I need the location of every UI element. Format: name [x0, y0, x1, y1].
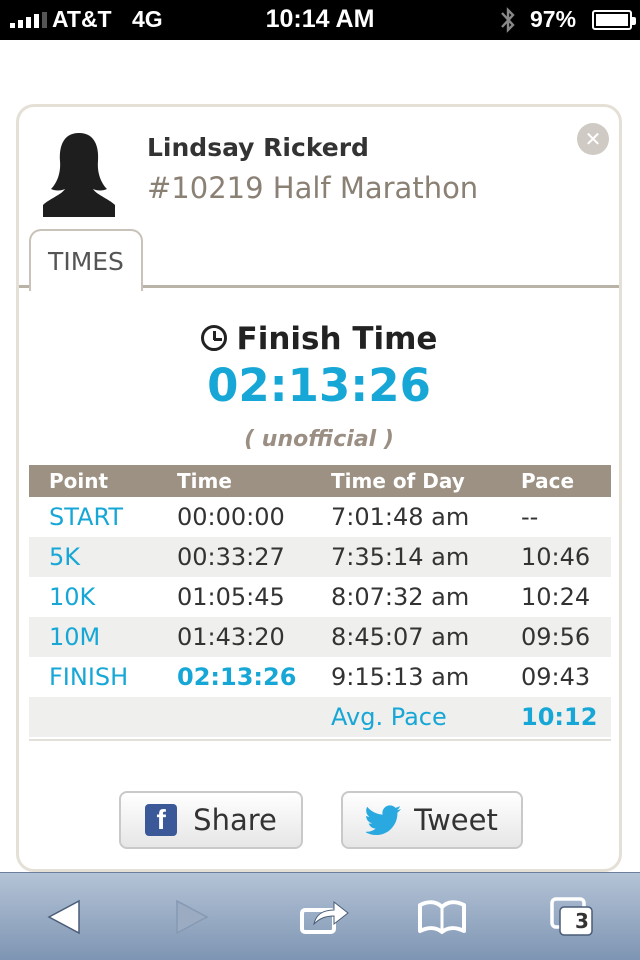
bookmarks-book-icon	[418, 900, 466, 934]
split-time-of-day: 8:45:07 am	[331, 623, 470, 651]
back-arrow-icon	[47, 899, 80, 935]
split-pace: 10:46	[521, 543, 591, 571]
finish-time-label: Finish Time	[19, 321, 619, 357]
close-button[interactable]: ✕	[577, 123, 609, 155]
avg-pace-row: Avg. Pace 10:12	[29, 697, 611, 737]
split-point: 5K	[49, 543, 81, 571]
tab-times[interactable]: TIMES	[29, 229, 143, 291]
avatar-silhouette-icon	[43, 133, 115, 217]
share-action-icon	[300, 900, 349, 934]
split-time: 00:33:27	[177, 543, 285, 571]
split-point: 10M	[49, 623, 101, 651]
forward-arrow-icon	[176, 899, 209, 935]
table-row: 10K 01:05:45 8:07:32 am 10:24	[29, 577, 611, 617]
close-icon: ✕	[584, 127, 602, 151]
finish-time-value: 02:13:26	[207, 359, 431, 412]
result-card: Lindsay Rickerd #10219 Half Marathon ✕ T…	[16, 104, 622, 872]
share-label: Share	[193, 803, 277, 837]
split-time: 00:00:00	[177, 503, 285, 531]
split-pace: 09:56	[521, 623, 591, 651]
table-row: 5K 00:33:27 7:35:14 am 10:46	[29, 537, 611, 577]
race-bib-and-event: #10219 Half Marathon	[147, 171, 479, 205]
header-pace: Pace	[521, 469, 575, 493]
split-point: START	[49, 503, 124, 531]
clock-icon	[200, 325, 227, 351]
split-pace: 10:24	[521, 583, 591, 611]
split-pace: --	[521, 503, 539, 531]
splits-table: Point Time Time of Day Pace START 00:00:…	[29, 465, 611, 737]
battery-percent: 97%	[530, 6, 577, 32]
table-header: Point Time Time of Day Pace	[29, 465, 611, 497]
back-button[interactable]	[34, 887, 94, 947]
battery-icon	[592, 10, 636, 30]
table-divider	[29, 739, 611, 741]
tweet-label: Tweet	[414, 803, 498, 837]
split-time: 02:13:26	[177, 663, 297, 691]
share-action-button[interactable]	[294, 887, 354, 947]
bluetooth-icon	[501, 7, 515, 33]
split-time-of-day: 8:07:32 am	[331, 583, 470, 611]
avg-pace-label: Avg. Pace	[331, 703, 447, 731]
table-row: 10M 01:43:20 8:45:07 am 09:56	[29, 617, 611, 657]
facebook-icon: f	[145, 804, 178, 836]
forward-button[interactable]	[162, 887, 222, 947]
tabs-button[interactable]: 3	[542, 887, 602, 947]
header-time-of-day: Time of Day	[331, 469, 465, 493]
share-button[interactable]: f Share	[119, 791, 303, 849]
header-point: Point	[49, 469, 109, 493]
bookmarks-button[interactable]	[412, 887, 472, 947]
split-time-of-day: 7:01:48 am	[331, 503, 470, 531]
status-bar: AT&T 4G 10:14 AM 97%	[0, 0, 640, 40]
split-time: 01:43:20	[177, 623, 285, 651]
split-point: FINISH	[49, 663, 129, 691]
split-time: 01:05:45	[177, 583, 285, 611]
avg-pace-value: 10:12	[521, 703, 598, 731]
tweet-button[interactable]: Tweet	[341, 791, 523, 849]
split-point: 10K	[49, 583, 96, 611]
split-time-of-day: 7:35:14 am	[331, 543, 470, 571]
table-row: FINISH 02:13:26 9:15:13 am 09:43	[29, 657, 611, 697]
table-row: START 00:00:00 7:01:48 am --	[29, 497, 611, 537]
browser-toolbar: 3	[0, 872, 640, 960]
split-time-of-day: 9:15:13 am	[331, 663, 470, 691]
split-pace: 09:43	[521, 663, 591, 691]
runner-name: Lindsay Rickerd	[147, 133, 369, 162]
tabs-count: 3	[575, 909, 589, 933]
twitter-bird-icon	[366, 805, 402, 835]
unofficial-note: ( unofficial )	[244, 427, 394, 452]
header-time: Time	[177, 469, 232, 493]
